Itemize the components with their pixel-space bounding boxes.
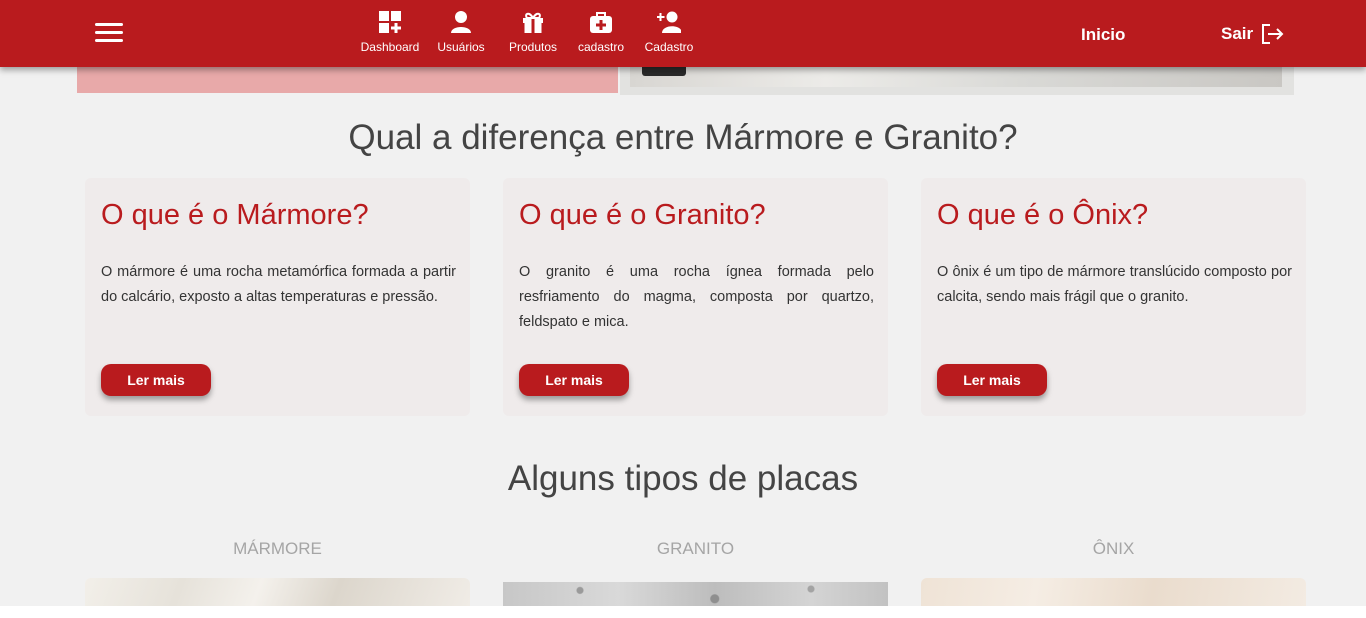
menu-icon[interactable] <box>95 22 123 44</box>
card-onix: O que é o Ônix? O ônix é um tipo de márm… <box>921 178 1306 416</box>
sair-label: Sair <box>1221 24 1254 43</box>
nav-link-inicio[interactable]: Inicio <box>1081 25 1125 45</box>
card-marmore: O que é o Mármore? O mármore é uma rocha… <box>85 178 470 416</box>
nav-item-dashboard[interactable]: Dashboard <box>350 0 430 67</box>
user-icon <box>451 11 471 33</box>
nav-label-dashboard: Dashboard <box>360 40 420 54</box>
logout-icon <box>1262 24 1284 44</box>
card-text: O granito é uma rocha ígnea formada pelo… <box>519 264 874 330</box>
user-plus-icon <box>657 11 681 33</box>
card-heading: O que é o Granito? <box>519 199 766 231</box>
nav-label-cadastro-lower: cadastro <box>577 40 625 54</box>
nav-item-produtos[interactable]: Produtos <box>492 0 574 67</box>
nav-label-cadastro-upper: Cadastro <box>644 40 694 54</box>
dashboard-icon <box>379 11 401 33</box>
nav-link-sair[interactable]: Sair <box>1221 23 1285 45</box>
card-text: O ônix é um tipo de mármore translúcido … <box>937 264 1292 305</box>
type-label-onix: ÔNIX <box>1092 539 1135 558</box>
nav-label-produtos: Produtos <box>508 40 558 54</box>
section-title-differences: Qual a diferença entre Mármore e Granito… <box>348 118 1018 157</box>
nav-items: Dashboard Usuários Produtos cadastro Cad… <box>350 0 710 67</box>
ler-mais-button[interactable]: Ler mais <box>519 364 629 396</box>
nav-item-cadastro-user[interactable]: Cadastro <box>628 0 710 67</box>
slab-image-onix[interactable] <box>921 578 1306 606</box>
nav-item-cadastro[interactable]: cadastro <box>574 0 628 67</box>
nav-item-usuarios[interactable]: Usuários <box>430 0 492 67</box>
slab-image-marmore[interactable] <box>85 578 470 606</box>
ler-mais-button[interactable]: Ler mais <box>937 364 1047 396</box>
type-label-marmore: MÁRMORE <box>233 539 322 558</box>
viewport-bottom-edge <box>0 606 1366 618</box>
type-label-granito: GRANITO <box>656 539 735 558</box>
section-title-types: Alguns tipos de placas <box>507 459 859 498</box>
card-heading: O que é o Ônix? <box>937 199 1149 231</box>
gift-icon <box>523 12 543 33</box>
card-heading: O que é o Mármore? <box>101 199 369 231</box>
nav-label-usuarios: Usuários <box>437 40 485 54</box>
card-text: O mármore é uma rocha metamórfica formad… <box>101 264 456 305</box>
medical-bag-icon <box>590 12 612 33</box>
ler-mais-button[interactable]: Ler mais <box>101 364 211 396</box>
top-navbar: Dashboard Usuários Produtos cadastro Cad… <box>0 0 1366 67</box>
card-granito: O que é o Granito? O granito é uma rocha… <box>503 178 888 416</box>
